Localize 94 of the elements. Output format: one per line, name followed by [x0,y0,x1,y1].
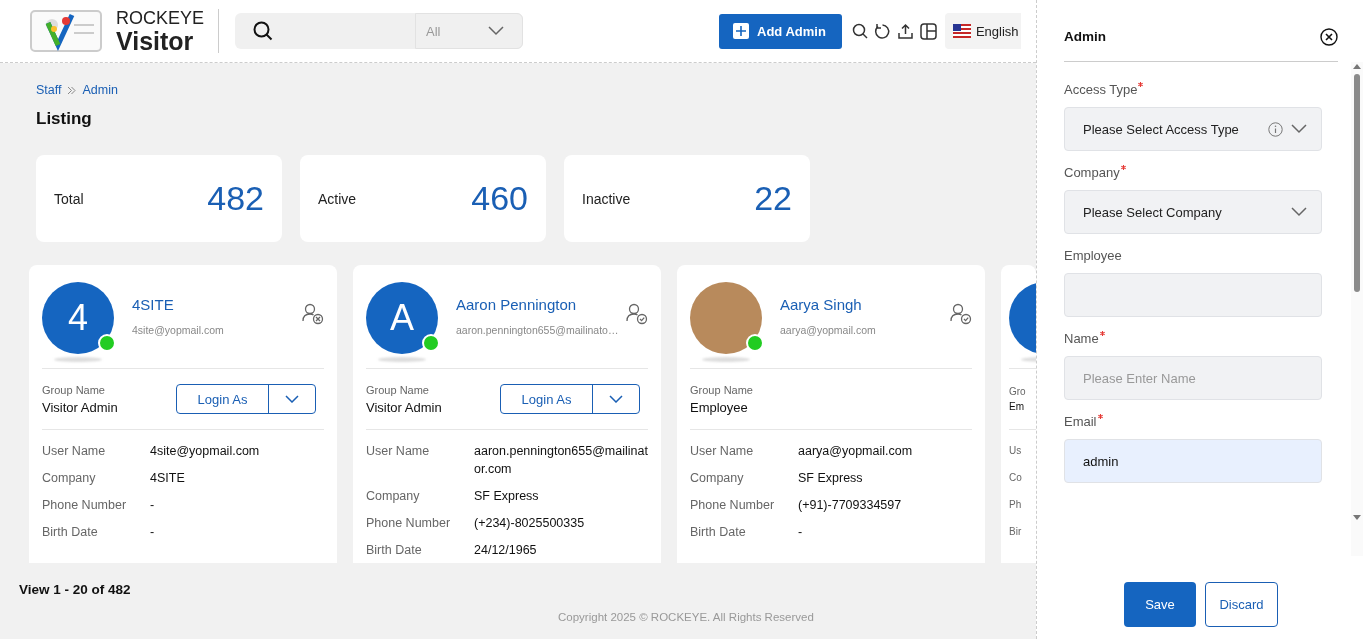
field-label: Phone Number [366,515,452,532]
close-button[interactable] [1320,27,1338,46]
field-label: Gro [1009,386,1026,397]
field-label: Company [690,470,745,487]
field-label: Email [1064,414,1097,429]
field-value: (+234)-8025500335 [474,515,586,532]
copyright-text: Copyright 2025 © ROCKEYE. All Rights Reserved [558,611,815,623]
avatar: 4 [42,282,114,354]
page-title: Listing [36,109,93,129]
select-field[interactable]: Please Select Access Type [1064,107,1322,151]
add-admin-button[interactable]: Add Admin [719,13,842,49]
field-value: Em [1009,401,1025,412]
field-value: aaron.pennington655@mailinator.com [474,443,648,478]
field-label: Phone Number [42,497,128,514]
field-value: Employee [690,399,749,415]
stat-label: Total [54,190,84,207]
chevron-down-icon [488,26,505,36]
select-field[interactable]: Please Select Company [1064,190,1322,234]
field-label: Bir [1009,525,1022,539]
user-email: 4site@yopmail.com [132,324,224,336]
field-label: Phone Number [690,497,776,514]
chevron-down-icon [1291,207,1307,217]
field-label: User Name [42,443,107,460]
product-name: Visitor [116,28,195,54]
field-value: - [798,524,804,541]
field-label: Group Name [366,383,430,396]
field-label: Birth Date [42,524,99,541]
avatar-shadow [378,357,426,362]
user-check-icon[interactable] [626,303,648,325]
search-icon[interactable] [851,23,868,39]
flag-icon [952,24,971,38]
field-value: 4SITE [150,470,186,487]
field-value: 24/12/1965 [474,542,538,559]
save-button[interactable]: Save [1124,582,1196,627]
discard-button[interactable]: Discard [1205,582,1278,627]
field-label: User Name [366,443,431,460]
upload-icon[interactable] [896,22,914,40]
field-value: aarya@yopmail.com [798,443,914,460]
field-label: Access Type [1064,82,1138,97]
user-email: aarya@yopmail.com [780,324,876,336]
field-label: Company [366,488,421,505]
chevron-down-icon [285,395,299,403]
stat-value: 482 [207,179,264,218]
pagination-info: View 1 - 20 of 482 [19,582,132,597]
field-label: Name [1064,331,1099,346]
field-value: Visitor Admin [366,399,442,415]
field-label: Us [1009,444,1022,458]
layout-icon[interactable] [919,22,937,40]
stat-label: Active [318,190,357,207]
scrollbar[interactable] [1351,62,1363,556]
avatar: A [366,282,438,354]
input-field[interactable]: admin [1064,439,1322,483]
avatar-shadow [54,357,102,362]
user-email: aaron.pennington655@mailinato… [456,324,619,336]
field-value: Visitor Admin [42,399,118,415]
field-label: Ph [1009,498,1022,512]
breadcrumb-link[interactable]: Staff [36,83,62,97]
field-value: 4site@yopmail.com [150,443,261,460]
field-label: Employee [1064,248,1122,263]
field-value: - [150,524,156,541]
breadcrumb-link[interactable]: Admin [82,83,118,97]
stat-value: 460 [471,179,528,218]
field-label: Group Name [42,383,106,396]
chevron-down-icon [609,395,623,403]
field-label: Company [1064,165,1120,180]
field-label: User Name [690,443,755,460]
input-field[interactable]: Please Enter Name [1064,356,1322,400]
field-label: Birth Date [690,524,747,541]
user-name[interactable]: 4SITE [132,296,302,313]
search-icon [253,21,274,41]
brand-name: ROCKEYE [116,8,205,27]
user-name[interactable]: Aarya Singh [780,296,950,313]
input-field[interactable] [1064,273,1322,317]
logo-icon [30,9,102,53]
field-label: Birth Date [366,542,423,559]
avatar-shadow [702,357,750,362]
field-value: SF Express [474,488,540,505]
panel-title: Admin [1064,29,1106,44]
field-value: (+91)-7709334597 [798,497,903,514]
user-name[interactable]: Aaron Pennington [456,296,626,313]
refresh-icon[interactable] [873,22,891,40]
field-label: Co [1009,471,1022,485]
user-check-icon[interactable] [950,303,972,325]
plus-icon [733,23,750,39]
remove-user-icon[interactable] [302,303,324,325]
stat-value: 22 [754,179,792,218]
field-label: Group Name [690,383,753,396]
stat-label: Inactive [582,190,631,207]
double-chevron-icon [67,85,77,95]
language-selector[interactable]: English [944,13,1021,49]
field-value: - [150,497,156,514]
chevron-down-icon [1291,124,1307,134]
field-value: SF Express [798,470,864,487]
field-label: Company [42,470,97,487]
